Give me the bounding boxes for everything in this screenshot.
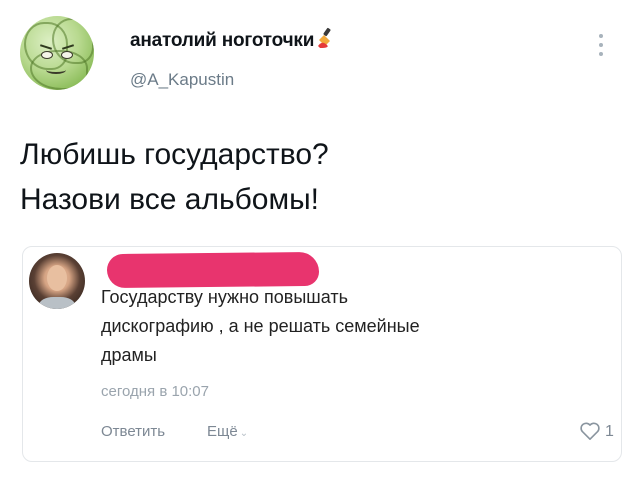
tweet-text: Любишь государство? Назови все альбомы! (20, 132, 329, 222)
heart-icon[interactable] (579, 421, 601, 441)
tweet-line: Назови все альбомы! (20, 183, 319, 216)
reply-button[interactable]: Ответить (101, 423, 165, 440)
cabbage-avatar-icon[interactable] (20, 16, 94, 90)
comment-line: Государству нужно повышать (101, 287, 348, 307)
user-avatar-icon[interactable] (29, 253, 85, 309)
like-count: 1 (605, 423, 614, 440)
author-display-name[interactable]: анатолий ноготочки (130, 27, 338, 52)
comment-line: драмы (101, 345, 157, 365)
tweet-line: Любишь государство? (20, 138, 329, 171)
comment-card: Государству нужно повышать дискографию ,… (22, 246, 622, 462)
more-label: Ещё (207, 423, 238, 440)
author-handle[interactable]: @A_Kapustin (130, 70, 234, 90)
comment-timestamp: сегодня в 10:07 (101, 383, 209, 400)
comment-text: Государству нужно повышать дискографию ,… (101, 283, 541, 370)
nail-polish-emoji-icon (316, 27, 338, 49)
more-button[interactable]: Ещё ⌄ (207, 423, 248, 440)
comment-line: дискографию , а не решать семейные (101, 316, 420, 336)
chevron-down-icon: ⌄ (239, 428, 249, 439)
author-name-text: анатолий ноготочки (130, 30, 315, 51)
vertical-dots-icon[interactable] (598, 34, 604, 60)
